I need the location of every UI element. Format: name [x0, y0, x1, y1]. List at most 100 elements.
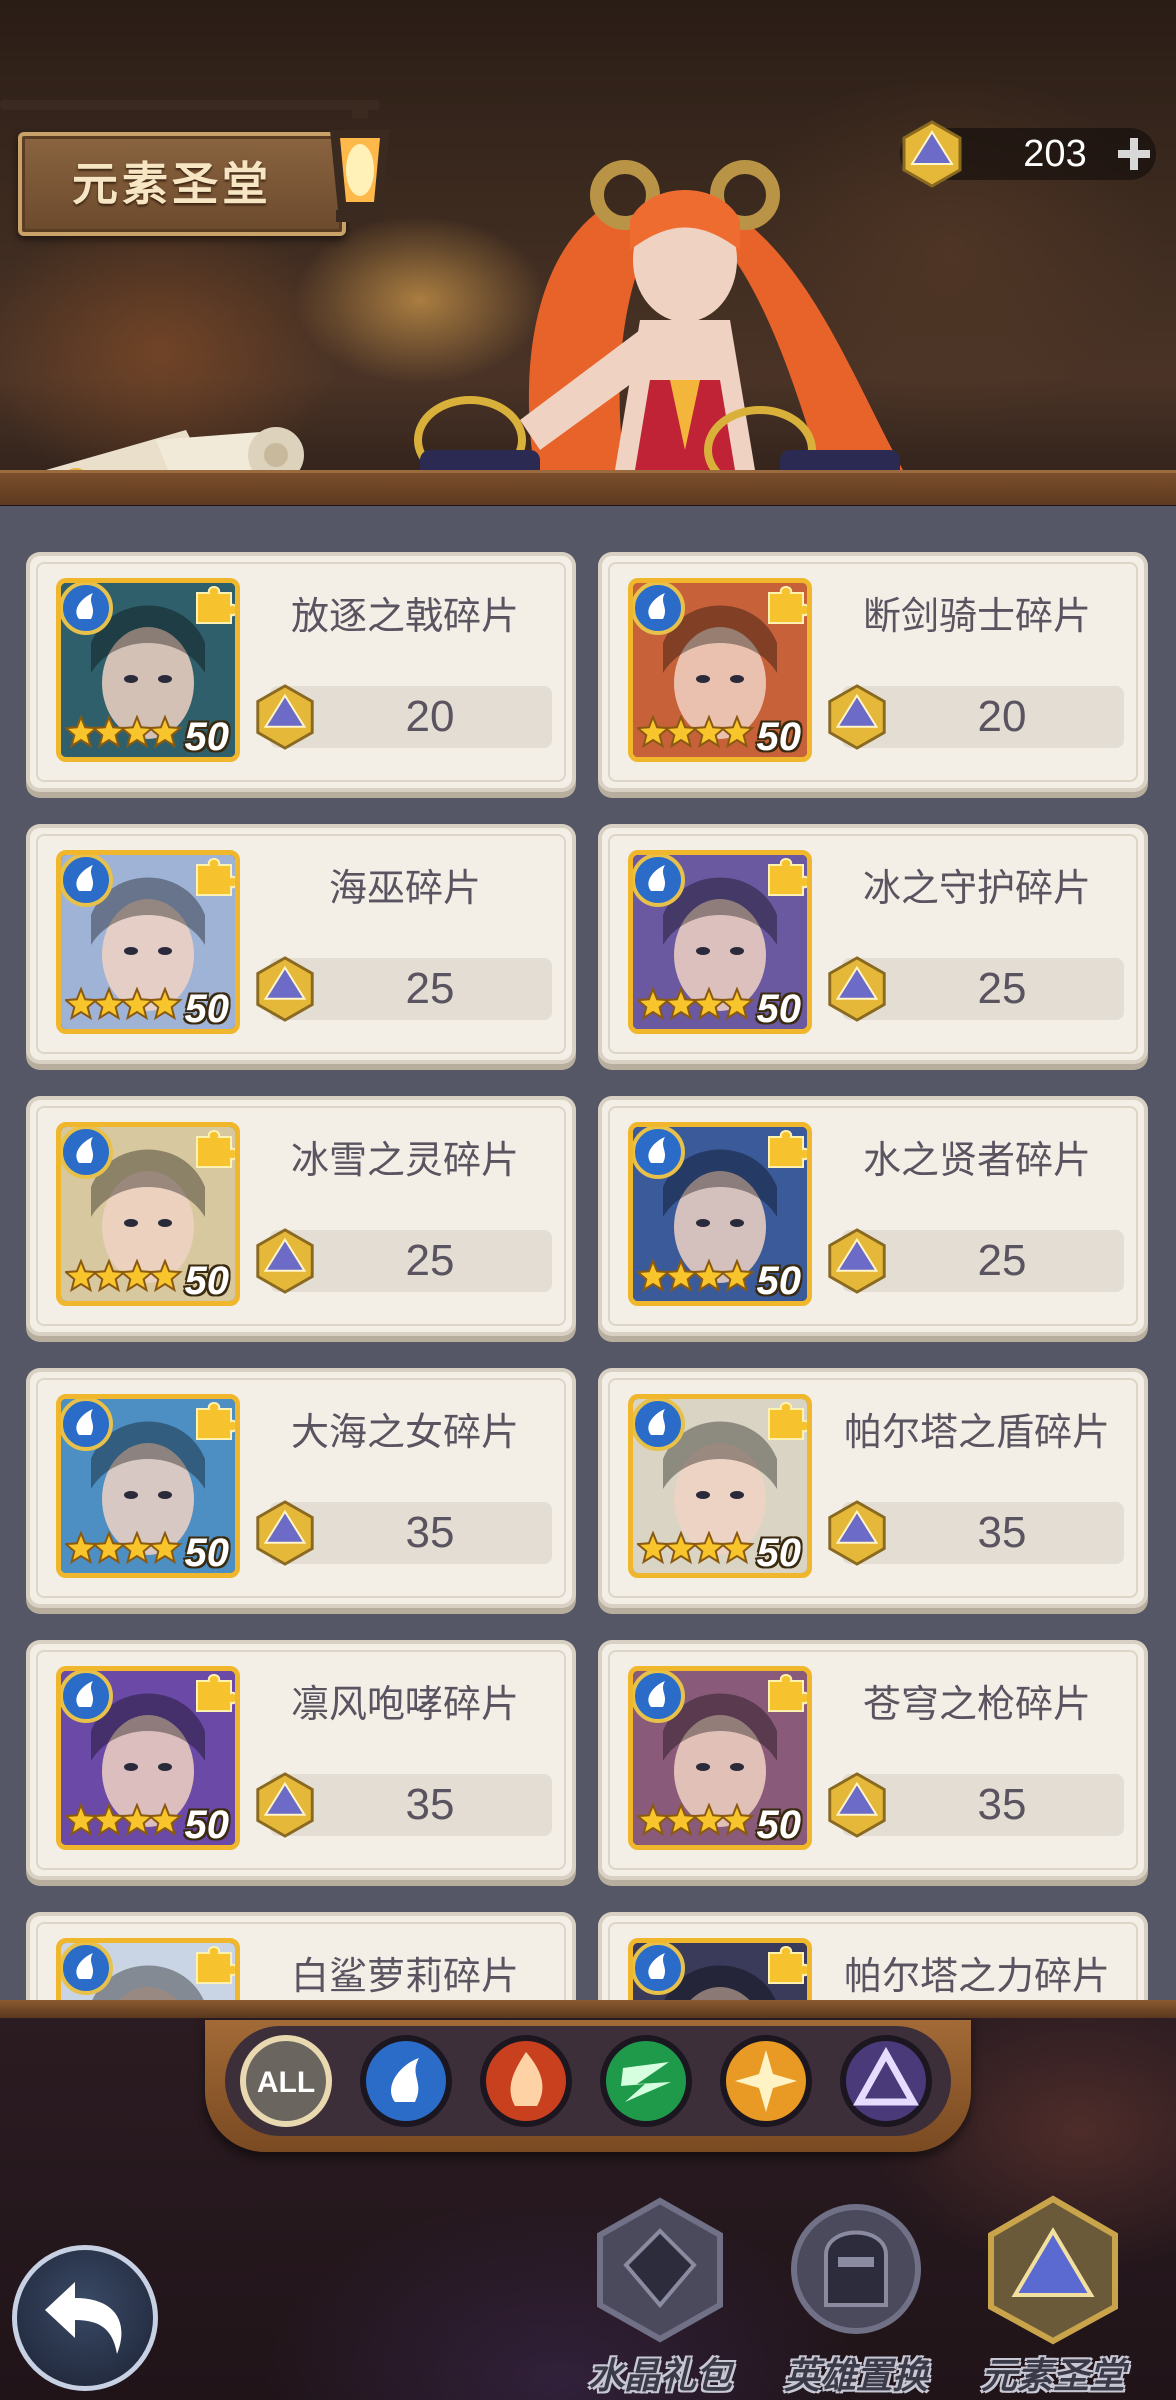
water-element-icon — [61, 1127, 113, 1179]
hero-portrait: 50 — [628, 578, 812, 762]
heroine-illustration — [414, 160, 920, 500]
shop-item-card[interactable]: 白鲨萝莉碎片 — [30, 1916, 572, 2000]
water-element-icon — [633, 855, 685, 907]
star-icon — [637, 987, 671, 1021]
shop-item-card[interactable]: 50 冰之守护碎片 25 — [602, 828, 1144, 1060]
puzzle-piece-icon — [768, 1674, 807, 1712]
shop-item-card[interactable]: 50 海巫碎片 25 — [30, 828, 572, 1060]
back-button[interactable] — [12, 2245, 158, 2391]
item-name: 水之贤者碎片 — [862, 1138, 1091, 1182]
hero-portrait — [56, 1938, 240, 2000]
puzzle-piece-icon — [196, 1946, 235, 1984]
nav-crystal-pack[interactable]: 水晶礼包 — [575, 2195, 745, 2397]
filter-tab-water-element[interactable] — [357, 2032, 455, 2130]
filter-tab-light-element[interactable] — [717, 2032, 815, 2130]
shop-item-card[interactable]: 50 水之贤者碎片 25 — [602, 1100, 1144, 1332]
star-icon — [91, 1531, 127, 1565]
star-icon — [119, 1531, 155, 1565]
nav-elemental-temple[interactable]: 元素圣堂 — [968, 2195, 1138, 2397]
item-name: 放逐之戟碎片 — [290, 594, 519, 638]
item-price: 35 — [977, 1780, 1027, 1829]
item-price: 25 — [405, 1236, 455, 1285]
fire-element-icon — [480, 2035, 572, 2127]
water-element-icon — [61, 855, 113, 907]
star-rating — [637, 715, 755, 749]
shop-item-card[interactable]: 50 大海之女碎片 35 — [30, 1372, 572, 1604]
puzzle-piece-icon — [768, 586, 807, 624]
shop-item-card[interactable]: 50 苍穹之枪碎片 35 — [602, 1644, 1144, 1876]
price-bar: 20 — [828, 684, 1124, 750]
elemental-gem-icon — [828, 1500, 886, 1566]
hero-level: 50 — [184, 1803, 230, 1847]
star-icon — [91, 715, 127, 749]
water-element-icon — [633, 1671, 685, 1723]
price-bar: 20 — [256, 684, 552, 750]
shop-item-card[interactable]: 50 帕尔塔之盾碎片 35 — [602, 1372, 1144, 1604]
plus-icon[interactable] — [1114, 134, 1154, 174]
star-rating — [65, 1259, 183, 1293]
hero-portrait: 50 — [628, 1122, 812, 1306]
shop-item-card[interactable]: 50 放逐之戟碎片 20 — [30, 556, 572, 788]
hero-level: 50 — [756, 987, 802, 1031]
nav-label: 英雄置换 — [783, 2356, 928, 2397]
elemental-gem-icon — [256, 1500, 314, 1566]
puzzle-piece-icon — [196, 1674, 235, 1712]
shop-item-card[interactable]: 50 冰雪之灵碎片 25 — [30, 1100, 572, 1332]
star-rating — [637, 1803, 755, 1837]
price-bar: 25 — [828, 1228, 1124, 1294]
star-icon — [91, 987, 127, 1021]
star-icon — [637, 1803, 671, 1837]
shop-item-card[interactable]: 帕尔塔之力碎片 — [602, 1916, 1144, 2000]
elemental-gem-icon — [828, 684, 886, 750]
filter-tab-dark-element[interactable] — [837, 2032, 935, 2130]
hero-portrait: 50 — [628, 1394, 812, 1578]
puzzle-piece-icon — [196, 1402, 235, 1440]
nav-hero-swap[interactable]: 英雄置换 — [771, 2195, 941, 2397]
puzzle-piece-icon — [768, 858, 807, 896]
puzzle-piece-icon — [768, 1402, 807, 1440]
item-name: 断剑骑士碎片 — [862, 594, 1091, 638]
item-name: 冰雪之灵碎片 — [290, 1138, 519, 1182]
item-price: 35 — [405, 1780, 455, 1829]
price-bar: 25 — [828, 956, 1124, 1022]
star-rating — [65, 715, 183, 749]
star-icon — [147, 1259, 183, 1293]
shop-item-card[interactable]: 50 凛风咆哮碎片 35 — [30, 1644, 572, 1876]
star-icon — [663, 1531, 699, 1565]
water-element-icon — [633, 583, 685, 635]
water-element-icon — [61, 1943, 113, 1995]
shelf-edge — [0, 470, 1176, 505]
hero-portrait: 50 — [56, 850, 240, 1034]
star-icon — [119, 1259, 155, 1293]
price-bar: 25 — [256, 1228, 552, 1294]
star-icon — [663, 1803, 699, 1837]
star-icon — [691, 987, 727, 1021]
star-icon — [147, 987, 183, 1021]
filter-tab-all-filter[interactable]: ALL — [237, 2032, 335, 2130]
filter-tab-wind-element[interactable] — [597, 2032, 695, 2130]
puzzle-piece-icon — [768, 1130, 807, 1168]
item-price: 35 — [977, 1508, 1027, 1557]
item-name: 大海之女碎片 — [290, 1410, 519, 1454]
nav-label: 元素圣堂 — [980, 2356, 1125, 2397]
element-filter-tray: ALL — [205, 2020, 971, 2152]
elemental-gem-icon — [902, 120, 962, 188]
price-bar: 35 — [828, 1772, 1124, 1838]
hero-portrait: 50 — [628, 850, 812, 1034]
shop-item-card[interactable]: 50 断剑骑士碎片 20 — [602, 556, 1144, 788]
crystal-pack-icon — [597, 2197, 723, 2343]
water-element-icon — [633, 1943, 685, 1995]
puzzle-piece-icon — [196, 1130, 235, 1168]
star-icon — [147, 715, 183, 749]
item-price: 20 — [977, 692, 1027, 741]
star-icon — [719, 1803, 755, 1837]
hero-level: 50 — [184, 1259, 230, 1303]
price-bar: 35 — [828, 1500, 1124, 1566]
star-icon — [719, 987, 755, 1021]
hero-level: 50 — [184, 987, 230, 1031]
star-icon — [65, 1531, 99, 1565]
water-element-icon — [360, 2035, 452, 2127]
shop-grid: 50 放逐之戟碎片 20 50 断剑骑士碎片 20 50 海巫碎片 25 50 … — [0, 506, 1176, 2000]
star-rating — [65, 987, 183, 1021]
filter-tab-fire-element[interactable] — [477, 2032, 575, 2130]
